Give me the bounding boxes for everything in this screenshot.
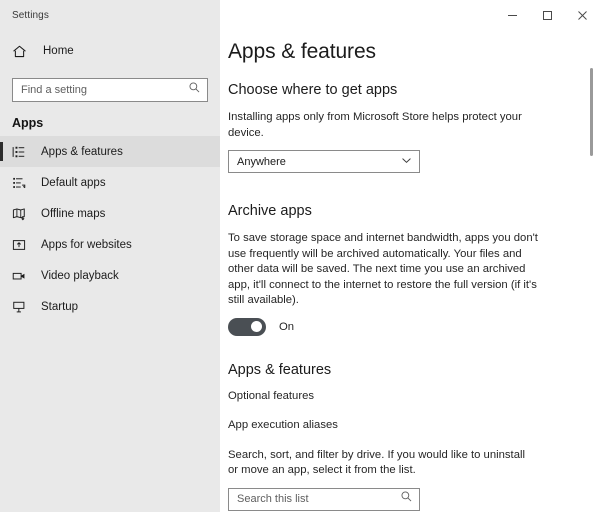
archive-apps-toggle[interactable] <box>228 318 266 336</box>
sidebar-search-wrap: Find a setting <box>12 78 208 102</box>
list-search-placeholder: Search this list <box>229 493 309 505</box>
choose-where-heading: Choose where to get apps <box>228 82 574 98</box>
sidebar-section-title: Apps <box>0 102 220 134</box>
sidebar: Home Find a setting Apps <box>0 30 220 512</box>
choose-where-description: Installing apps only from Microsoft Stor… <box>228 110 528 141</box>
archive-apps-toggle-row: On <box>228 318 574 336</box>
home-icon <box>12 44 34 59</box>
sidebar-item-apps-for-websites[interactable]: Apps for websites <box>0 229 220 260</box>
window-title: Settings <box>12 10 49 21</box>
apps-features-heading: Apps & features <box>228 362 574 378</box>
offline-maps-icon <box>12 207 32 221</box>
app-source-value: Anywhere <box>229 156 286 168</box>
content-inner: Apps & features Choose where to get apps… <box>220 30 600 512</box>
maximize-icon <box>542 10 553 21</box>
settings-window: Settings <box>0 0 600 512</box>
sidebar-item-label: Offline maps <box>41 208 105 220</box>
content-scrollbar[interactable] <box>587 30 597 512</box>
sidebar-item-startup[interactable]: Startup <box>0 291 220 322</box>
search-placeholder: Find a setting <box>13 84 87 96</box>
sidebar-item-label: Startup <box>41 301 78 313</box>
sidebar-item-default-apps[interactable]: Default apps <box>0 167 220 198</box>
spacer-1 <box>228 173 574 203</box>
startup-icon <box>12 300 32 314</box>
archive-apps-heading: Archive apps <box>228 203 574 219</box>
page-title: Apps & features <box>228 40 574 64</box>
app-source-dropdown[interactable]: Anywhere <box>228 150 420 173</box>
home-label: Home <box>43 45 74 57</box>
search-input[interactable]: Find a setting <box>12 78 208 102</box>
toggle-knob <box>251 321 262 332</box>
window-body: Home Find a setting Apps <box>0 30 600 512</box>
main-content: Apps & features Choose where to get apps… <box>220 30 600 512</box>
maximize-button[interactable] <box>530 0 565 30</box>
sidebar-nav: Apps & features <box>0 136 220 322</box>
link-app-execution-aliases[interactable]: App execution aliases <box>228 419 574 431</box>
sidebar-item-label: Apps for websites <box>41 239 132 251</box>
minimize-icon <box>507 10 518 21</box>
apps-for-websites-icon <box>12 238 32 252</box>
sidebar-item-apps-features[interactable]: Apps & features <box>0 136 220 167</box>
title-bar-drag-area[interactable] <box>220 0 495 30</box>
spacer-2 <box>228 336 574 362</box>
title-bar: Settings <box>0 0 600 30</box>
archive-apps-toggle-label: On <box>279 321 294 333</box>
sidebar-item-label: Apps & features <box>41 146 123 158</box>
chevron-down-icon <box>401 153 412 171</box>
scrollbar-thumb[interactable] <box>590 68 593 156</box>
archive-apps-description: To save storage space and internet bandw… <box>228 231 538 309</box>
apps-features-icon <box>12 145 32 159</box>
list-search-input[interactable]: Search this list <box>228 488 420 511</box>
apps-features-description: Search, sort, and filter by drive. If yo… <box>228 448 538 479</box>
link-optional-features[interactable]: Optional features <box>228 390 574 402</box>
close-button[interactable] <box>565 0 600 30</box>
minimize-button[interactable] <box>495 0 530 30</box>
sidebar-item-label: Video playback <box>41 270 119 282</box>
sidebar-item-video-playback[interactable]: Video playback <box>0 260 220 291</box>
sidebar-item-offline-maps[interactable]: Offline maps <box>0 198 220 229</box>
sidebar-item-label: Default apps <box>41 177 106 189</box>
window-controls <box>495 0 600 30</box>
search-icon <box>400 490 413 508</box>
title-bar-left: Settings <box>0 0 220 30</box>
search-icon <box>188 81 201 99</box>
video-playback-icon <box>12 269 32 283</box>
default-apps-icon <box>12 176 32 190</box>
sidebar-item-home[interactable]: Home <box>0 36 220 66</box>
close-icon <box>577 10 588 21</box>
